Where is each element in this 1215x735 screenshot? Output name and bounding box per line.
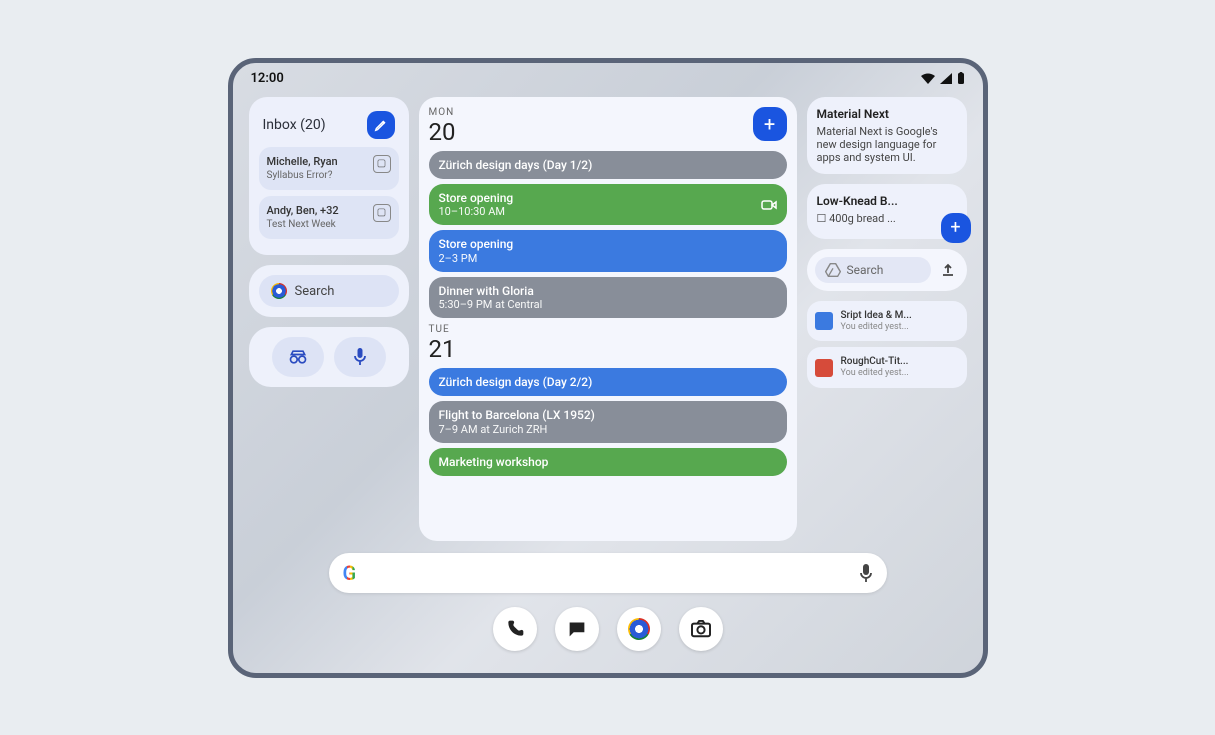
camera-app-icon[interactable] [679,607,723,651]
calendar-event[interactable]: Flight to Barcelona (LX 1952) 7–9 AM at … [429,401,787,442]
messages-app-icon[interactable] [555,607,599,651]
day-of-week: MON [429,107,456,118]
drive-icon [825,263,841,277]
phone-app-icon[interactable] [493,607,537,651]
dock [249,601,967,661]
email-subject: Test Next Week [267,218,339,231]
drive-doc-item[interactable]: RoughCut-Tit... You edited yest... [807,347,967,388]
compose-button[interactable] [367,111,395,139]
voice-search-button[interactable] [334,337,386,377]
battery-icon [957,72,965,84]
calendar-event[interactable]: Store opening 10–10:30 AM [429,184,787,225]
mic-icon[interactable] [859,563,873,583]
inbox-title: Inbox (20) [263,117,326,133]
drive-search-widget[interactable]: Search [807,249,967,291]
status-bar: 12:00 [233,63,983,94]
drive-doc-item[interactable]: Sript Idea & M... You edited yest... [807,301,967,342]
docs-icon [815,312,833,330]
clock: 12:00 [251,71,284,86]
inbox-item[interactable]: Michelle, Ryan Syllabus Error? ▢ [259,147,399,190]
google-search-bar[interactable]: G [329,553,887,593]
calendar-widget[interactable]: MON 20 + Zürich design days (Day 1/2) St… [419,97,797,541]
note-checklist-item: ☐ 400g bread ... [817,212,957,225]
inbox-item[interactable]: Andy, Ben, +32 Test Next Week ▢ [259,196,399,239]
email-from: Michelle, Ryan [267,155,338,169]
day-of-week: TUE [429,324,787,335]
calendar-event[interactable]: Zürich design days (Day 2/2) [429,368,787,396]
calendar-event[interactable]: Marketing workshop [429,448,787,476]
google-logo-icon: G [343,561,357,585]
keep-note-widget[interactable]: Material Next Material Next is Google's … [807,97,967,174]
search-label: Search [295,284,335,299]
wifi-icon [921,73,935,84]
chrome-icon [271,283,287,299]
drive-search-label: Search [847,263,884,277]
inbox-widget[interactable]: Inbox (20) Michelle, Ryan Syllabus Error… [249,97,409,256]
signal-icon [940,73,952,84]
keep-note-widget[interactable]: Low-Knead B... ☐ 400g bread ... + [807,184,967,239]
calendar-event[interactable]: Dinner with Gloria 5:30–9 PM at Central [429,277,787,318]
note-title: Material Next [817,107,957,121]
note-body: Material Next is Google's new design lan… [817,125,957,164]
email-subject: Syllabus Error? [267,169,338,182]
day-number: 20 [429,118,456,146]
archive-icon[interactable]: ▢ [373,204,391,222]
video-file-icon [815,359,833,377]
day-number: 21 [429,335,787,363]
incognito-button[interactable] [272,337,324,377]
chrome-search-widget[interactable]: Search [249,265,409,317]
tablet-frame: 12:00 Inbox (20) Mich [228,58,988,678]
add-event-button[interactable]: + [753,107,787,141]
add-note-button[interactable]: + [941,213,971,243]
note-title: Low-Knead B... [817,194,957,208]
calendar-event[interactable]: Store opening 2–3 PM [429,230,787,271]
archive-icon[interactable]: ▢ [373,155,391,173]
upload-icon[interactable] [937,259,959,281]
email-from: Andy, Ben, +32 [267,204,339,218]
video-call-icon [761,199,777,211]
chrome-app-icon[interactable] [617,607,661,651]
calendar-event[interactable]: Zürich design days (Day 1/2) [429,151,787,179]
chrome-shortcuts-widget [249,327,409,387]
